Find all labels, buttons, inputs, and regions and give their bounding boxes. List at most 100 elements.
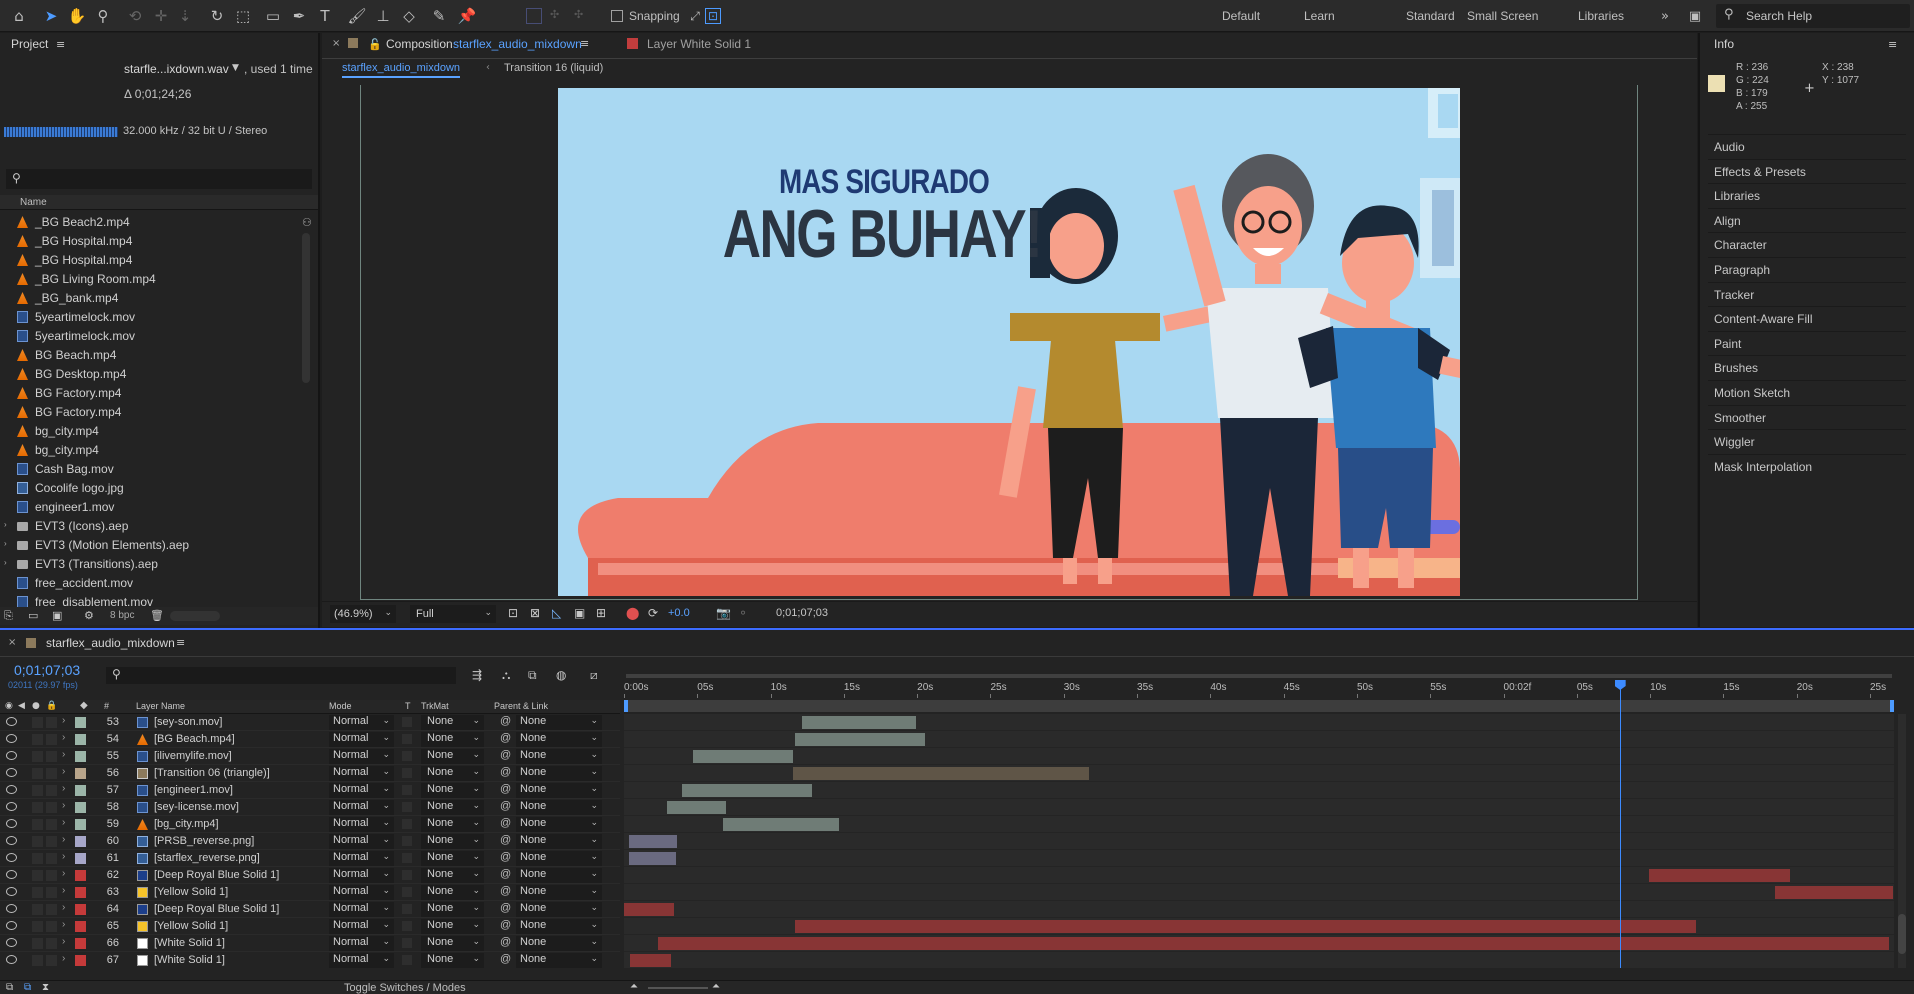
layer-name[interactable]: [ilivemylife.mov] xyxy=(154,750,232,762)
snap-options-icon[interactable]: ⤢ xyxy=(684,5,706,27)
panel-wiggler[interactable]: Wiggler xyxy=(1714,435,1755,449)
selection-tool-icon[interactable]: ➤ xyxy=(40,5,62,27)
track-matte-dropdown[interactable]: None ⌄ xyxy=(421,766,484,781)
panel-menu-icon[interactable]: ≡ xyxy=(1888,38,1897,51)
preserve-transparency-switch[interactable] xyxy=(402,938,412,948)
timeline-comp-tab[interactable]: starflex_audio_mixdown xyxy=(46,636,175,650)
workspace-learn[interactable]: Learn xyxy=(1304,9,1335,23)
layer-row[interactable]: › 53 [sey-son.mov] Normal ⌄ None ⌄ @ None ⌄ xyxy=(0,714,620,731)
timeline-zoom-slider[interactable] xyxy=(648,987,708,989)
blend-mode-dropdown[interactable]: Normal ⌄ xyxy=(329,715,394,730)
project-item[interactable]: › EVT3 (Motion Elements).aep xyxy=(0,536,300,555)
layer-name[interactable]: [Deep Royal Blue Solid 1] xyxy=(154,903,279,915)
panel-paragraph[interactable]: Paragraph xyxy=(1714,263,1770,277)
label-color-swatch[interactable] xyxy=(75,955,86,966)
orbit-camera-icon[interactable]: ⟲ xyxy=(124,5,146,27)
track-matte-dropdown[interactable]: None ⌄ xyxy=(421,749,484,764)
bit-depth-label[interactable]: 8 bpc xyxy=(110,610,134,621)
video-visibility-icon[interactable] xyxy=(6,802,17,811)
chevron-down-icon[interactable]: ▼ xyxy=(232,63,239,73)
panel-content-aware-fill[interactable]: Content-Aware Fill xyxy=(1714,312,1812,326)
pen-tool-icon[interactable]: ✒ xyxy=(288,5,310,27)
layer-row[interactable]: › 56 [Transition 06 (triangle)] Normal ⌄ None… xyxy=(0,765,620,782)
project-item[interactable]: 5yeartimelock.mov xyxy=(0,327,300,346)
panel-libraries[interactable]: Libraries xyxy=(1714,189,1760,203)
preserve-transparency-switch[interactable] xyxy=(402,836,412,846)
comp-mini-flowchart-icon[interactable]: ⇶ xyxy=(472,668,482,682)
lock-switch[interactable] xyxy=(46,802,57,813)
expand-arrow-icon[interactable]: › xyxy=(62,851,65,862)
lock-header-icon[interactable]: 🔒 xyxy=(46,701,57,711)
layer-duration-bar[interactable] xyxy=(629,835,678,848)
search-help-field[interactable]: ⚲ Search Help xyxy=(1716,4,1910,28)
track-matte-dropdown[interactable]: None ⌄ xyxy=(421,851,484,866)
panel-motion-sketch[interactable]: Motion Sketch xyxy=(1714,386,1790,400)
panel-align[interactable]: Align xyxy=(1714,214,1741,228)
blend-mode-dropdown[interactable]: Normal ⌄ xyxy=(329,885,394,900)
expand-arrow-icon[interactable]: › xyxy=(4,539,7,548)
column-mode[interactable]: Mode xyxy=(329,701,352,711)
solo-switch[interactable] xyxy=(32,921,43,932)
pick-whip-icon[interactable]: @ xyxy=(500,834,511,846)
project-item[interactable]: 5yeartimelock.mov xyxy=(0,308,300,327)
close-tab-icon[interactable]: × xyxy=(8,637,16,648)
video-visibility-icon[interactable] xyxy=(6,734,17,743)
reset-exposure-icon[interactable]: ⟳ xyxy=(648,606,658,620)
panel-menu-icon[interactable]: ≡ xyxy=(176,636,185,649)
project-item[interactable]: BG Beach.mp4 xyxy=(0,346,300,365)
blend-mode-dropdown[interactable]: Normal ⌄ xyxy=(329,766,394,781)
preserve-transparency-switch[interactable] xyxy=(402,955,412,965)
expand-arrow-icon[interactable]: › xyxy=(62,885,65,896)
thumbnail-size-slider[interactable] xyxy=(170,611,220,621)
solo-switch[interactable] xyxy=(32,887,43,898)
label-color-swatch[interactable] xyxy=(75,904,86,915)
column-layer-name[interactable]: Layer Name xyxy=(136,701,185,711)
zoom-in-icon[interactable]: ⏶ xyxy=(712,981,720,992)
layer-duration-bar[interactable] xyxy=(624,903,674,916)
layer-search-input[interactable]: ⚲ xyxy=(106,667,456,684)
layer-name[interactable]: [White Solid 1] xyxy=(154,937,225,949)
expand-arrow-icon[interactable]: › xyxy=(62,953,65,964)
preserve-transparency-switch[interactable] xyxy=(402,802,412,812)
parent-dropdown[interactable]: None ⌄ xyxy=(516,834,602,849)
video-switch-header-icon[interactable]: ◉ xyxy=(5,701,13,711)
info-panel-title[interactable]: Info xyxy=(1714,37,1734,59)
video-visibility-icon[interactable] xyxy=(6,717,17,726)
layer-name[interactable]: [BG Beach.mp4] xyxy=(154,733,235,745)
project-item[interactable]: engineer1.mov xyxy=(0,498,300,517)
workspace-switcher-icon[interactable]: ▣ xyxy=(1684,5,1706,27)
layer-row[interactable]: › 65 [Yellow Solid 1] Normal ⌄ None ⌄ @ None ⌄ xyxy=(0,918,620,935)
current-time-display[interactable]: 0;01;07;03 xyxy=(776,607,828,619)
track-matte-dropdown[interactable]: None ⌄ xyxy=(421,902,484,917)
lock-switch[interactable] xyxy=(46,921,57,932)
project-item[interactable]: bg_city.mp4 xyxy=(0,422,300,441)
draft-3d-icon[interactable]: ⛬ xyxy=(502,668,510,683)
solo-switch[interactable] xyxy=(32,836,43,847)
parent-dropdown[interactable]: None ⌄ xyxy=(516,885,602,900)
solo-switch[interactable] xyxy=(32,938,43,949)
video-visibility-icon[interactable] xyxy=(6,870,17,879)
solo-switch[interactable] xyxy=(32,717,43,728)
transparency-grid-icon[interactable]: ⊠ xyxy=(530,606,540,620)
solo-switch[interactable] xyxy=(32,802,43,813)
blend-mode-dropdown[interactable]: Normal ⌄ xyxy=(329,732,394,747)
track-matte-dropdown[interactable]: None ⌄ xyxy=(421,800,484,815)
project-search-input[interactable]: ⚲ xyxy=(6,169,312,189)
flowchart-icon[interactable]: ⚇ xyxy=(302,216,313,229)
parent-dropdown[interactable]: None ⌄ xyxy=(516,800,602,815)
pick-whip-icon[interactable]: @ xyxy=(500,766,511,778)
parent-dropdown[interactable]: None ⌄ xyxy=(516,783,602,798)
project-scrollbar[interactable] xyxy=(302,233,310,383)
label-color-swatch[interactable] xyxy=(75,853,86,864)
anchor-point-tool-icon[interactable]: ⬚ xyxy=(232,5,254,27)
layer-name[interactable]: [Yellow Solid 1] xyxy=(154,886,228,898)
project-item[interactable]: free_accident.mov xyxy=(0,574,300,593)
project-item[interactable]: _BG Beach2.mp4 xyxy=(0,213,300,232)
track-matte-dropdown[interactable]: None ⌄ xyxy=(421,834,484,849)
blend-mode-dropdown[interactable]: Normal ⌄ xyxy=(329,817,394,832)
project-item[interactable]: BG Desktop.mp4 xyxy=(0,365,300,384)
expand-arrow-icon[interactable]: › xyxy=(62,902,65,913)
layer-name[interactable]: [PRSB_reverse.png] xyxy=(154,835,254,847)
transfer-controls-icon[interactable]: ⧉ xyxy=(24,982,31,993)
layer-row[interactable]: › 66 [White Solid 1] Normal ⌄ None ⌄ @ None ⌄ xyxy=(0,935,620,952)
